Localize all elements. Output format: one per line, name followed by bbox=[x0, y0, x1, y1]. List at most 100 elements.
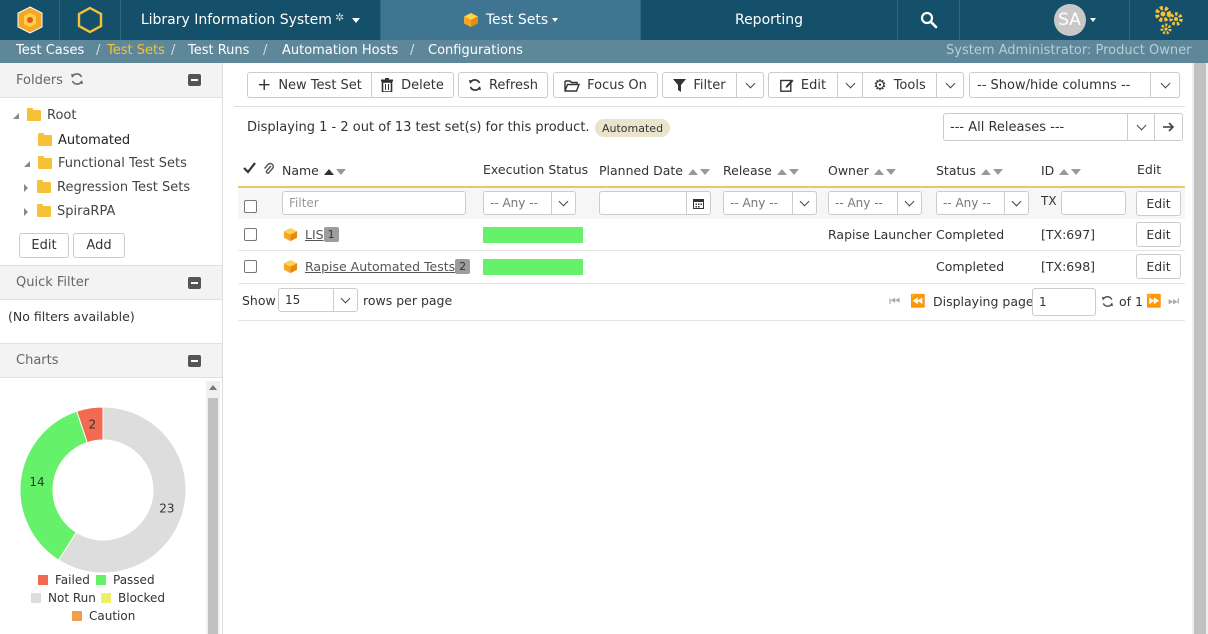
column-header-id[interactable]: ID bbox=[1041, 163, 1083, 178]
refresh-button[interactable]: Refresh bbox=[458, 72, 548, 98]
collapse-folders-button[interactable] bbox=[188, 74, 201, 86]
folder-filter-badge: Automated bbox=[595, 119, 671, 137]
edit-dropdown-button[interactable] bbox=[837, 72, 863, 98]
show-hide-columns-dropdown[interactable] bbox=[1150, 72, 1180, 98]
column-header-release[interactable]: Release bbox=[723, 163, 801, 178]
apply-release-button[interactable] bbox=[1154, 113, 1183, 141]
subnav-test-runs[interactable]: Test Runs bbox=[188, 43, 249, 58]
folders-panel-header: Folders bbox=[0, 63, 222, 98]
new-test-set-button[interactable]: + New Test Set bbox=[247, 72, 372, 98]
tools-dropdown-button[interactable] bbox=[936, 72, 964, 98]
subnav-automation-hosts[interactable]: Automation Hosts bbox=[282, 43, 398, 58]
dropdown-toggle[interactable] bbox=[551, 192, 575, 214]
user-menu[interactable]: SA bbox=[960, 0, 1130, 40]
table-row-name[interactable]: Rapise Automated Tests 2 bbox=[305, 259, 471, 274]
dropdown-toggle[interactable] bbox=[1004, 192, 1028, 214]
sort-arrows-icon[interactable] bbox=[873, 163, 898, 178]
folder-label: Root bbox=[47, 108, 77, 123]
filter-dropdown-button[interactable] bbox=[736, 72, 764, 98]
subnav-test-cases[interactable]: Test Cases bbox=[16, 43, 84, 58]
name-filter-input[interactable]: Filter bbox=[282, 191, 466, 215]
column-header-status[interactable]: Status bbox=[936, 163, 1005, 178]
sort-arrows-icon[interactable] bbox=[323, 163, 348, 178]
chevron-down-icon bbox=[1089, 18, 1096, 22]
sort-arrows-icon[interactable] bbox=[980, 163, 1005, 178]
calendar-icon bbox=[693, 198, 704, 209]
edit-button[interactable]: Edit bbox=[768, 72, 838, 98]
first-page-icon[interactable]: ⏮ bbox=[889, 293, 900, 309]
column-header-planned-date[interactable]: Planned Date bbox=[599, 163, 712, 178]
sort-arrows-icon[interactable] bbox=[1059, 163, 1083, 178]
collapse-charts-button[interactable] bbox=[188, 355, 201, 367]
planned-date-filter-input[interactable] bbox=[599, 191, 711, 215]
legend-label: Caution bbox=[89, 609, 136, 623]
search-button[interactable] bbox=[898, 0, 960, 40]
scrollbar-thumb[interactable] bbox=[208, 398, 218, 634]
tools-button[interactable]: ⚙ Tools bbox=[862, 72, 937, 98]
status-filter-select[interactable]: -- Any -- bbox=[936, 191, 1029, 215]
focus-on-button[interactable]: Focus On bbox=[553, 72, 658, 98]
release-dropdown-button[interactable] bbox=[1127, 113, 1155, 141]
subnav-configurations[interactable]: Configurations bbox=[428, 43, 523, 58]
subnav-separator: / bbox=[263, 43, 268, 58]
test-set-link[interactable]: LIS bbox=[305, 227, 324, 242]
filter-button[interactable]: Filter bbox=[662, 72, 737, 98]
collapse-quick-filter-button[interactable] bbox=[188, 277, 201, 289]
folder-automated[interactable]: Automated bbox=[38, 133, 130, 148]
chevron-down-icon bbox=[1011, 196, 1022, 206]
dropdown-toggle[interactable] bbox=[897, 192, 921, 214]
tab-reporting[interactable]: Reporting bbox=[641, 0, 898, 40]
admin-gears-button[interactable] bbox=[1130, 0, 1208, 40]
go-to-page-refresh-icon[interactable] bbox=[1101, 295, 1114, 308]
spira-logo[interactable] bbox=[0, 0, 60, 40]
calendar-button[interactable] bbox=[686, 192, 710, 214]
subnav-separator: / bbox=[410, 43, 415, 58]
scroll-up-arrow-icon[interactable] bbox=[209, 385, 217, 390]
refresh-icon[interactable] bbox=[70, 72, 84, 86]
row-checkbox[interactable] bbox=[244, 228, 257, 241]
folder-root[interactable]: Root bbox=[13, 108, 76, 123]
subnav-test-sets[interactable]: Test Sets bbox=[107, 43, 165, 58]
show-hide-columns-select[interactable]: -- Show/hide columns -- bbox=[969, 72, 1151, 98]
folder-functional[interactable]: Functional Test Sets bbox=[24, 156, 187, 171]
focus-on-label: Focus On bbox=[587, 77, 647, 93]
select-all-check-icon[interactable] bbox=[243, 162, 256, 178]
previous-page-icon[interactable]: ⏪ bbox=[910, 293, 926, 309]
select-all-checkbox[interactable] bbox=[244, 200, 257, 213]
sort-arrows-icon[interactable] bbox=[688, 163, 712, 178]
product-selector[interactable]: Library Information System ✲ bbox=[121, 0, 381, 40]
folder-regression[interactable]: Regression Test Sets bbox=[24, 180, 190, 195]
column-header-owner[interactable]: Owner bbox=[828, 163, 898, 178]
folder-edit-button[interactable]: Edit bbox=[19, 233, 69, 258]
table-row-name[interactable]: LIS 1 bbox=[305, 227, 339, 242]
folder-spirarpa[interactable]: SpiraRPA bbox=[24, 204, 115, 219]
filter-row-edit-button[interactable]: Edit bbox=[1136, 191, 1181, 216]
workspace-hexagon-button[interactable] bbox=[60, 0, 121, 40]
chart-scrollbar[interactable] bbox=[206, 381, 220, 634]
page-scrollbar[interactable] bbox=[1192, 63, 1208, 634]
dropdown-toggle[interactable] bbox=[333, 289, 357, 311]
folder-add-button[interactable]: Add bbox=[73, 233, 125, 258]
row-checkbox[interactable] bbox=[244, 260, 257, 273]
execution-status-filter-select[interactable]: -- Any -- bbox=[483, 191, 576, 215]
delete-button[interactable]: Delete bbox=[371, 72, 454, 98]
release-filter-select[interactable]: -- Any -- bbox=[723, 191, 817, 215]
id-filter-input[interactable] bbox=[1061, 191, 1126, 215]
show-label: Show bbox=[242, 293, 276, 308]
release-select[interactable]: --- All Releases --- bbox=[943, 113, 1128, 141]
column-header-name[interactable]: Name bbox=[282, 163, 348, 178]
column-label: ID bbox=[1041, 163, 1055, 178]
owner-filter-select[interactable]: -- Any -- bbox=[828, 191, 922, 215]
dropdown-toggle[interactable] bbox=[792, 192, 816, 214]
page-number-input[interactable]: 1 bbox=[1032, 288, 1096, 316]
page-scrollbar-thumb[interactable] bbox=[1194, 63, 1206, 634]
id-filter-prefix: TX bbox=[1041, 194, 1057, 208]
rows-per-page-select[interactable]: 15 bbox=[278, 288, 358, 312]
row-edit-button[interactable]: Edit bbox=[1136, 254, 1181, 279]
next-page-icon[interactable]: ⏩ bbox=[1146, 293, 1162, 309]
sort-arrows-icon[interactable] bbox=[776, 163, 801, 178]
last-page-icon[interactable]: ⏭ bbox=[1168, 293, 1179, 309]
tab-test-sets[interactable]: Test Sets bbox=[381, 0, 641, 40]
test-set-link[interactable]: Rapise Automated Tests bbox=[305, 259, 455, 274]
row-edit-button[interactable]: Edit bbox=[1136, 222, 1181, 247]
